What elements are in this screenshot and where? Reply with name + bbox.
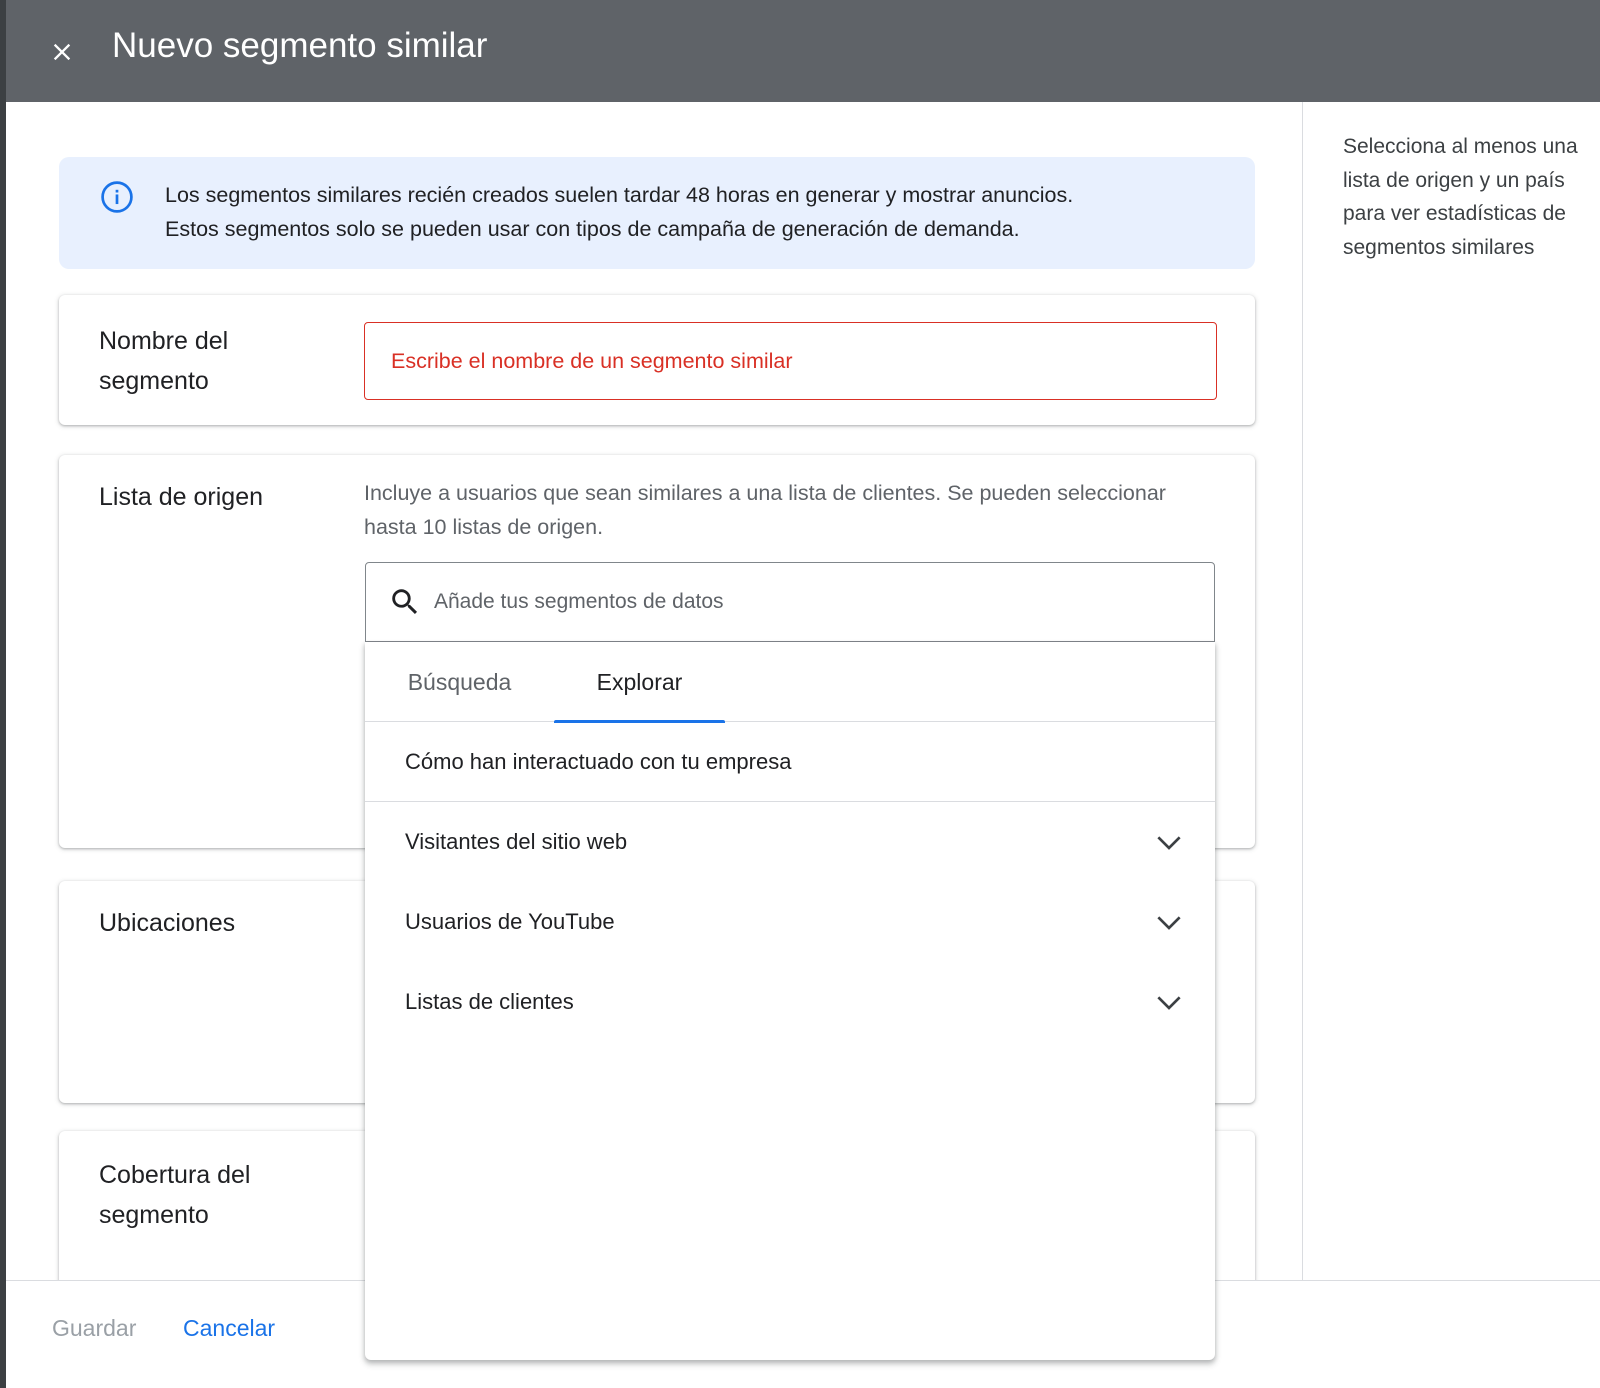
data-segment-search-input[interactable]	[434, 590, 1214, 614]
info-banner: Los segmentos similares recién creados s…	[59, 157, 1255, 269]
save-button[interactable]: Guardar	[52, 1315, 136, 1342]
dialog-title: Nuevo segmento similar	[112, 26, 488, 65]
insights-side-panel: Selecciona al menos una lista de origen …	[1302, 102, 1600, 1280]
chevron-down-icon	[1157, 836, 1181, 850]
info-icon	[101, 181, 133, 213]
expander-label: Visitantes del sitio web	[405, 829, 628, 854]
insights-hint-text: Selecciona al menos una lista de origen …	[1343, 135, 1578, 259]
dropdown-section-title: Cómo han interactuado con tu empresa	[365, 722, 1215, 802]
segment-name-input[interactable]: Escribe el nombre de un segmento similar	[364, 322, 1217, 400]
tab-search[interactable]: Búsqueda	[365, 642, 554, 722]
cancel-button[interactable]: Cancelar	[183, 1315, 275, 1342]
data-segment-search[interactable]	[365, 562, 1215, 642]
info-text-line-1: Los segmentos similares recién creados s…	[165, 183, 1074, 207]
search-icon	[388, 585, 422, 619]
close-icon	[53, 43, 71, 61]
expander-youtube-users[interactable]: Usuarios de YouTube	[365, 882, 1215, 962]
source-list-description: Incluye a usuarios que sean similares a …	[364, 481, 1166, 539]
chevron-down-icon	[1157, 996, 1181, 1010]
expander-customer-lists[interactable]: Listas de clientes	[365, 962, 1215, 1042]
segment-name-card: Nombre del segmento Escribe el nombre de…	[59, 295, 1255, 425]
lookalike-segment-dialog: Nuevo segmento similar Los segmentos sim…	[6, 0, 1600, 1388]
data-segment-dropdown: Búsqueda Explorar Cómo han interactuado …	[365, 642, 1215, 1360]
tab-explore[interactable]: Explorar	[554, 642, 725, 723]
locations-label: Ubicaciones	[99, 909, 236, 937]
close-button[interactable]	[42, 32, 82, 72]
chevron-down-icon	[1157, 916, 1181, 930]
segment-coverage-label: Cobertura del segmento	[99, 1161, 251, 1229]
dropdown-tabs: Búsqueda Explorar	[365, 642, 1215, 723]
expander-label: Usuarios de YouTube	[405, 909, 615, 934]
dialog-header: Nuevo segmento similar	[6, 0, 1600, 102]
expander-website-visitors[interactable]: Visitantes del sitio web	[365, 802, 1215, 882]
expander-label: Listas de clientes	[405, 989, 574, 1014]
info-text-line-2: Estos segmentos solo se pueden usar con …	[165, 216, 1020, 241]
segment-name-error-placeholder: Escribe el nombre de un segmento similar	[391, 348, 793, 373]
segment-name-label: Nombre del segmento	[99, 327, 229, 395]
source-list-label: Lista de origen	[99, 483, 264, 511]
